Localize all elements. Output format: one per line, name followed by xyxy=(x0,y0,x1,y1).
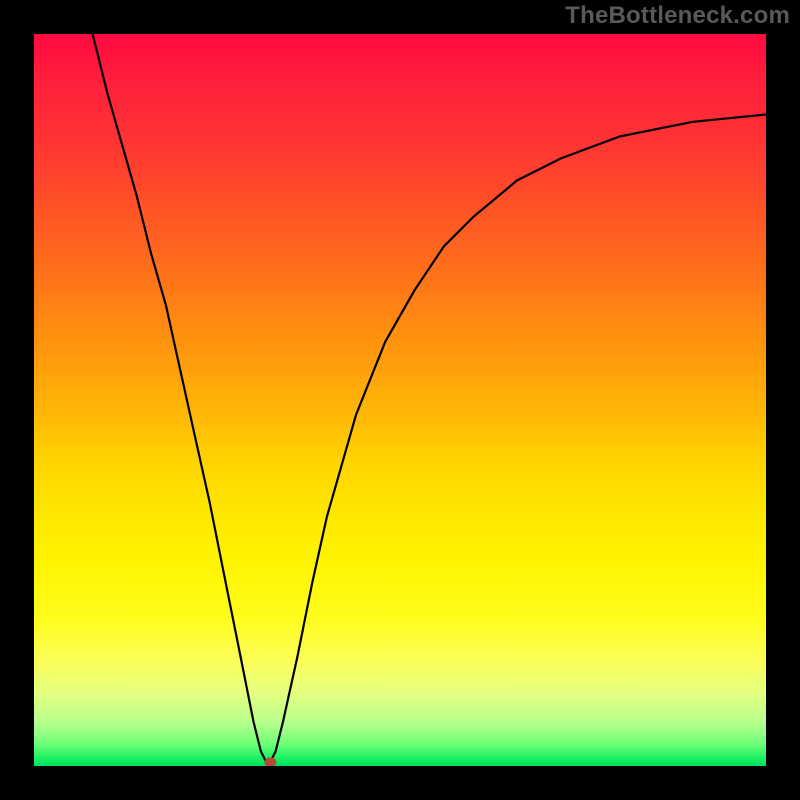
chart-frame: TheBottleneck.com xyxy=(0,0,800,800)
optimum-marker xyxy=(264,757,276,766)
bottleneck-curve xyxy=(93,34,766,766)
watermark-text: TheBottleneck.com xyxy=(565,2,790,30)
plot-area xyxy=(34,34,766,766)
curve-svg xyxy=(34,34,766,766)
